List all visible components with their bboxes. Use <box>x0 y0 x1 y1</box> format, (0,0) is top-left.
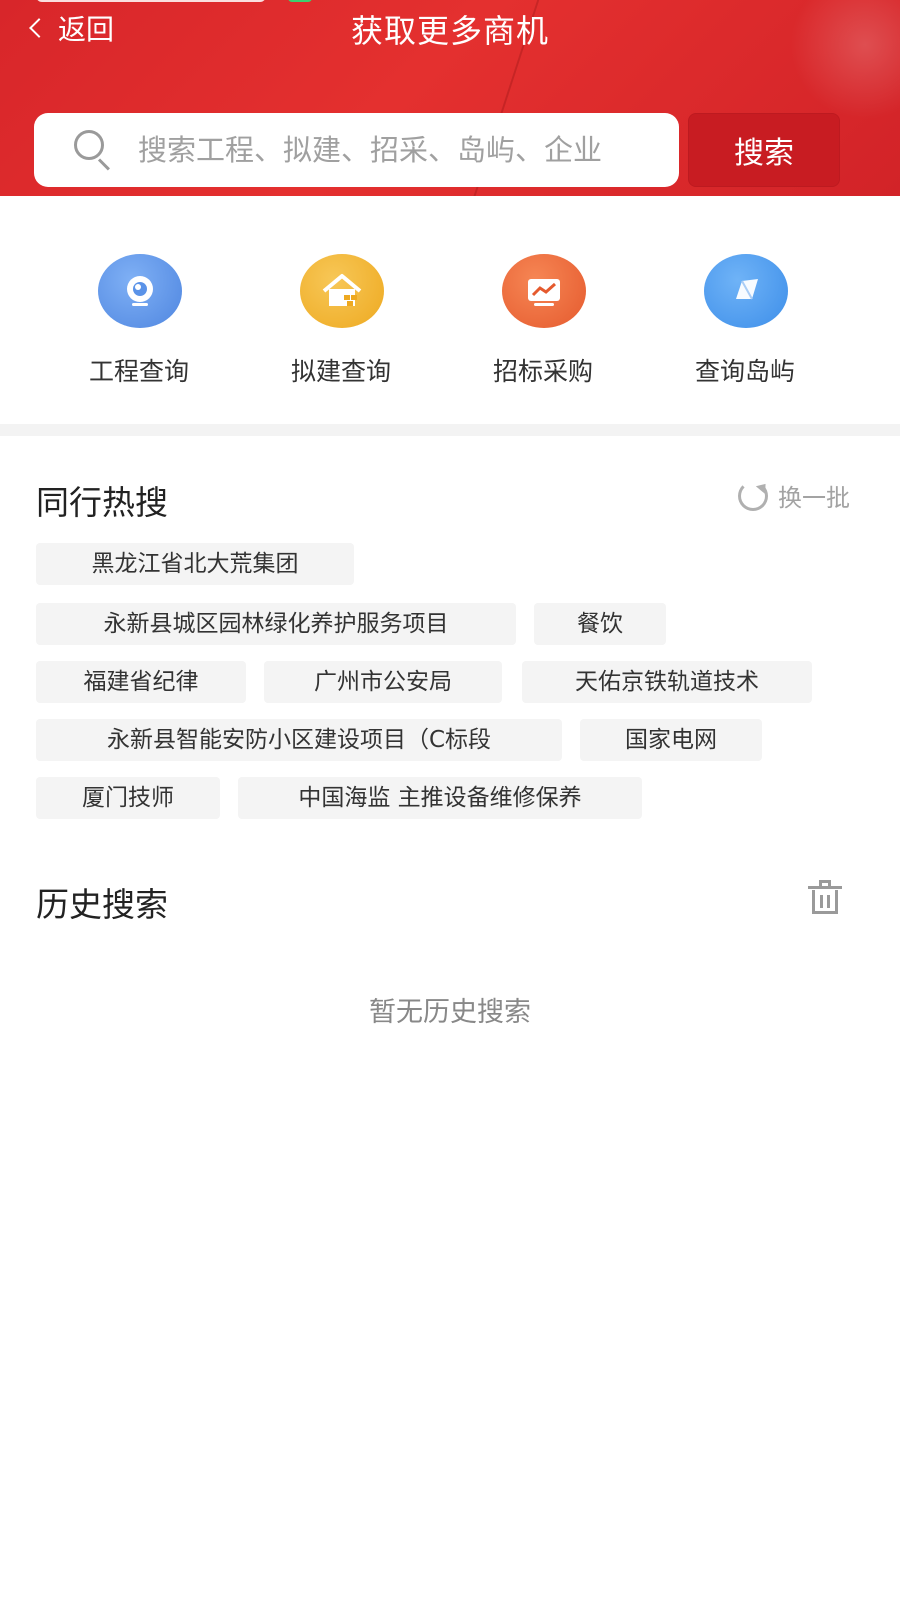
trend-chart-icon <box>502 254 586 328</box>
hot-tag[interactable]: 福建省纪律 <box>36 661 246 703</box>
trash-icon[interactable] <box>808 880 842 914</box>
hot-tag[interactable]: 天佑京铁轨道技术 <box>522 661 812 703</box>
history-title: 历史搜索 <box>36 885 168 924</box>
section-divider <box>0 424 900 436</box>
hot-tag[interactable]: 餐饮 <box>534 603 666 645</box>
search-box[interactable] <box>34 113 679 187</box>
quick-link-label: 招标采购 <box>492 357 593 386</box>
hot-tag[interactable]: 永新县智能安防小区建设项目（C标段 <box>36 719 562 761</box>
quick-link-bidding[interactable]: 招标采购 <box>442 196 644 424</box>
search-icon <box>72 128 116 172</box>
quick-link-project-query[interactable]: 工程查询 <box>38 196 240 424</box>
hot-tag[interactable]: 永新县城区园林绿化养护服务项目 <box>36 603 516 645</box>
refresh-icon <box>738 480 768 511</box>
quick-link-proposed-query[interactable]: 拟建查询 <box>240 196 442 424</box>
search-button[interactable]: 搜索 <box>688 113 840 187</box>
history-empty-text: 暂无历史搜索 <box>369 997 531 1028</box>
house-icon <box>300 254 384 328</box>
island-icon <box>704 254 788 328</box>
refresh-label: 换一批 <box>778 484 850 512</box>
quick-link-island-query[interactable]: 查询岛屿 <box>644 196 846 424</box>
camera-icon <box>98 254 182 328</box>
quick-links: 工程查询 拟建查询 招标采购 查询岛屿 <box>0 196 900 424</box>
hot-tag[interactable]: 广州市公安局 <box>264 661 502 703</box>
quick-link-label: 工程查询 <box>88 357 189 386</box>
hot-tag[interactable]: 厦门技师 <box>36 777 220 819</box>
status-bar <box>36 0 864 4</box>
refresh-button[interactable]: 换一批 <box>738 478 850 513</box>
quick-link-label: 拟建查询 <box>290 357 391 386</box>
search-input[interactable] <box>138 133 658 167</box>
page-title: 获取更多商机 <box>350 12 549 50</box>
hot-tag[interactable]: 黑龙江省北大荒集团 <box>36 543 354 585</box>
hot-tag[interactable]: 中国海监 主推设备维修保养 <box>238 777 642 819</box>
hot-tag[interactable]: 国家电网 <box>580 719 762 761</box>
quick-link-label: 查询岛屿 <box>694 357 795 386</box>
hot-search-title: 同行热搜 <box>36 483 168 522</box>
